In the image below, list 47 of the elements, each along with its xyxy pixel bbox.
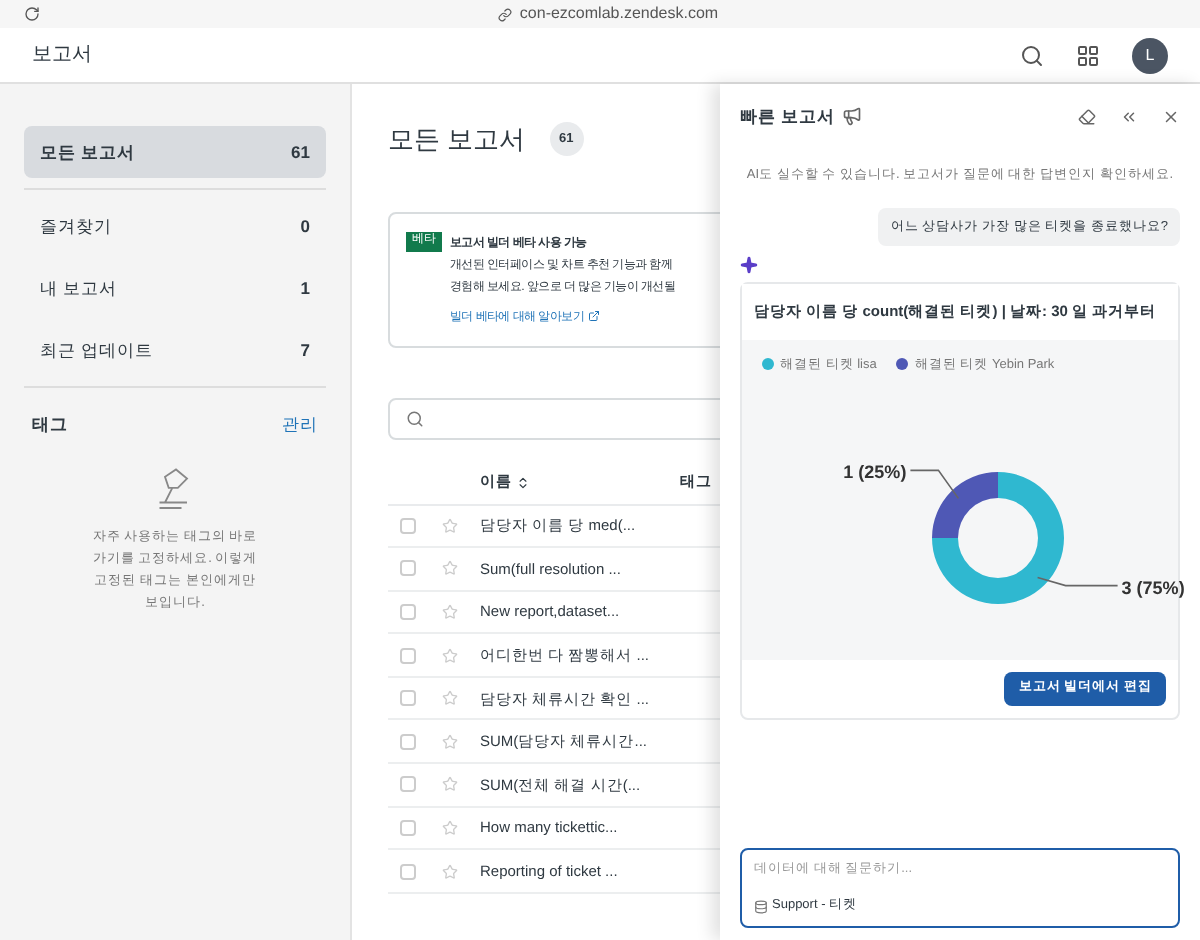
search-icon[interactable]: [1020, 43, 1044, 67]
star-icon[interactable]: [442, 647, 458, 664]
star-icon[interactable]: [442, 776, 458, 793]
reload-icon[interactable]: [24, 6, 40, 22]
row-checkbox[interactable]: [400, 863, 416, 880]
url-text[interactable]: con-ezcomlab.zendesk.com: [519, 2, 719, 26]
star-icon[interactable]: [442, 517, 458, 534]
star-icon[interactable]: [442, 690, 458, 707]
close-icon[interactable]: [1162, 107, 1180, 126]
search-field[interactable]: [388, 397, 720, 439]
reports-title: 모든 보고서: [388, 122, 526, 158]
star-icon[interactable]: [442, 863, 458, 880]
sparkle-icon: [740, 256, 758, 275]
row-checkbox[interactable]: [400, 819, 416, 836]
sidebar-item[interactable]: 즐겨찾기 0: [24, 200, 326, 252]
star-icon[interactable]: [442, 603, 458, 620]
eraser-icon[interactable]: [1078, 107, 1096, 126]
row-checkbox[interactable]: [400, 733, 416, 750]
link-icon: [497, 7, 512, 21]
data-label: 3 (75%): [1121, 578, 1185, 599]
star-icon[interactable]: [442, 733, 458, 750]
tags-heading: 태그: [32, 412, 68, 438]
external-link-icon: [587, 310, 600, 322]
search-icon: [406, 409, 424, 427]
sidebar-item[interactable]: 모든 보고서 61: [24, 126, 326, 178]
apps-icon[interactable]: [1076, 43, 1100, 67]
leader-line: [1036, 577, 1119, 587]
database-icon: [754, 899, 768, 914]
sort-icon: [516, 475, 530, 489]
avatar[interactable]: L: [1132, 37, 1168, 73]
page-title: 보고서: [32, 42, 94, 70]
manage-link[interactable]: 관리: [282, 412, 318, 438]
panel-title: 빠른 보고서: [740, 104, 835, 130]
megaphone-icon: [842, 106, 863, 127]
star-icon[interactable]: [442, 819, 458, 836]
collapse-icon[interactable]: [1120, 107, 1138, 126]
row-checkbox[interactable]: [400, 517, 416, 534]
data-label: 1 (25%): [843, 462, 907, 483]
sidebar-item[interactable]: 최근 업데이트 7: [24, 324, 326, 376]
row-checkbox[interactable]: [400, 776, 416, 793]
row-checkbox[interactable]: [400, 647, 416, 664]
row-checkbox[interactable]: [400, 560, 416, 577]
sidebar-item[interactable]: 내 보고서 1: [24, 262, 326, 314]
leader-line: [909, 470, 960, 500]
row-checkbox[interactable]: [400, 603, 416, 620]
row-checkbox[interactable]: [400, 690, 416, 707]
star-icon[interactable]: [442, 560, 458, 577]
